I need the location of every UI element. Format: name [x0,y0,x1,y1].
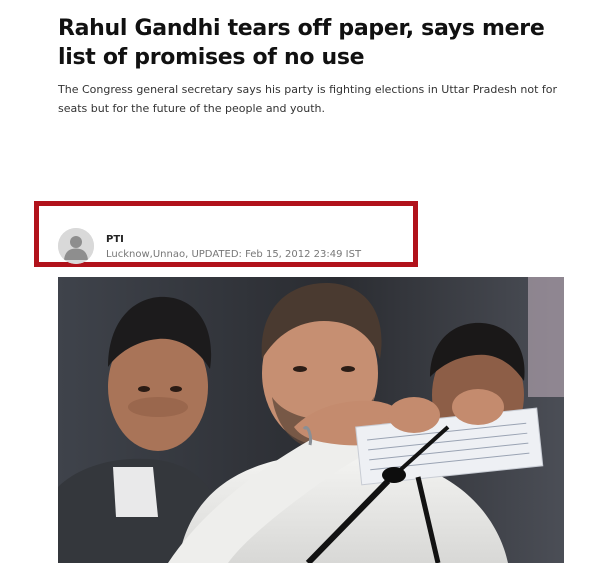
article-page: Rahul Gandhi tears off paper, says mere … [0,0,615,572]
article-summary: The Congress general secretary says his … [58,83,558,115]
user-silhouette-icon [58,228,94,264]
article-headline: Rahul Gandhi tears off paper, says mere … [58,16,545,70]
author-name[interactable]: PTI [106,234,124,245]
article-photo [58,277,564,563]
byline-meta: Lucknow,Unnao, UPDATED: Feb 15, 2012 23:… [106,249,361,260]
news-photo-illustration [58,277,564,563]
updated-timestamp: Feb 15, 2012 23:49 IST [245,249,362,260]
dateline-location: Lucknow,Unnao, [106,249,189,260]
author-avatar [58,228,94,264]
updated-label: UPDATED: [191,249,242,260]
